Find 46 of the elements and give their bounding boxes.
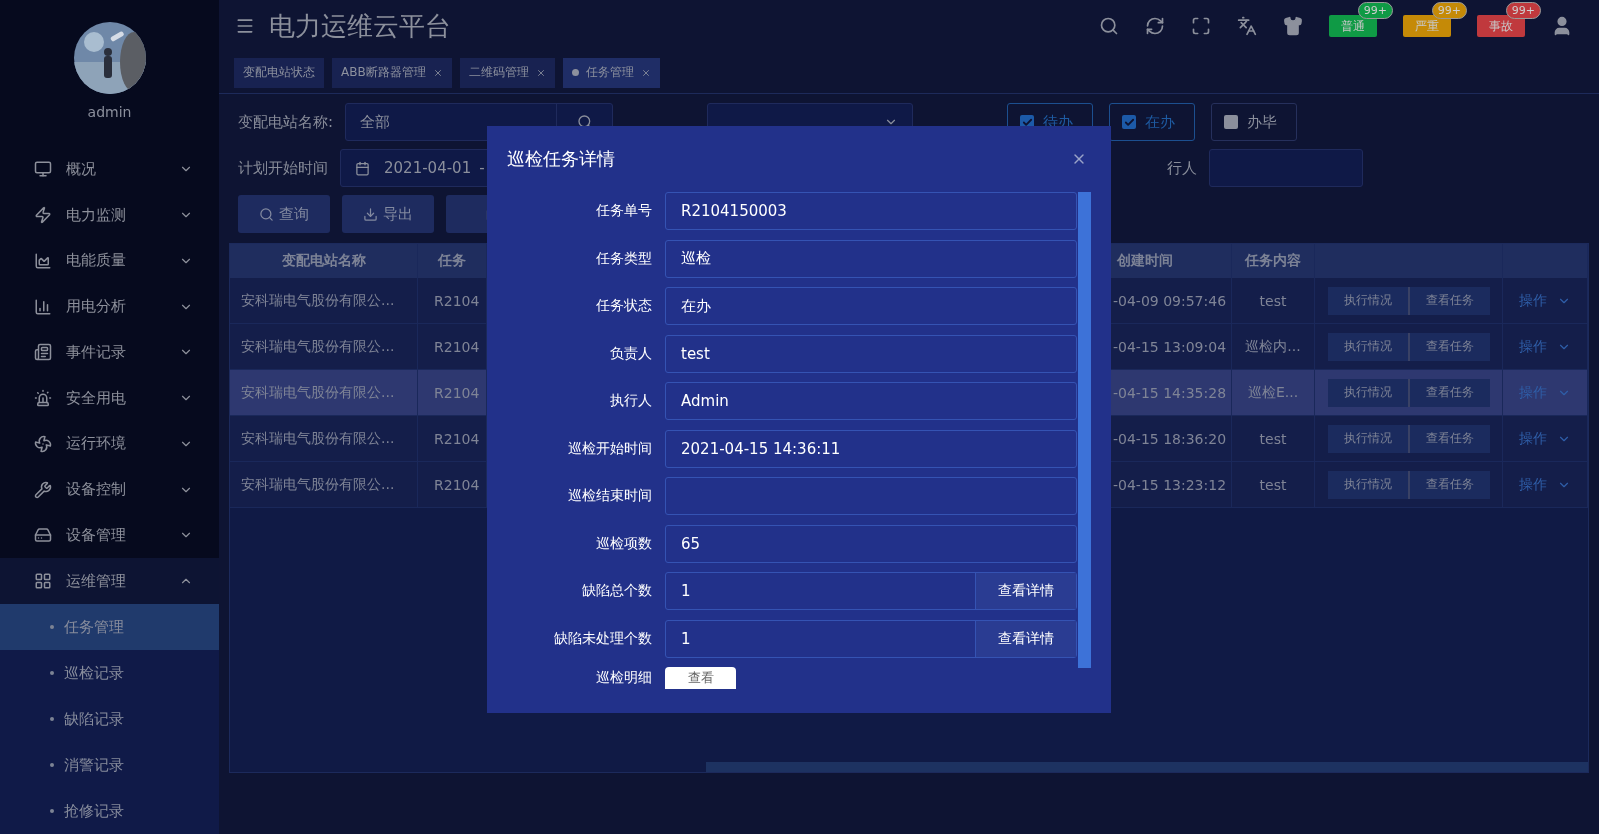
- field-label: 任务类型: [595, 249, 652, 268]
- table-cell: -04-09 09:57:46: [1111, 278, 1232, 324]
- table-cell: 安科瑞电气股份有限公...: [230, 324, 418, 370]
- dialog-title: 巡检任务详情: [507, 147, 615, 171]
- field-label: 计划开始时间: [238, 158, 328, 178]
- table-cell: test: [1232, 416, 1315, 462]
- field-label: 缺陷总个数: [581, 582, 652, 600]
- table-cell: 安科瑞电气股份有限公...: [230, 462, 418, 508]
- table-cell: R2104: [418, 462, 487, 508]
- column-header: 创建时间: [1111, 244, 1232, 278]
- field-label: 巡检开始时间: [567, 439, 652, 458]
- table-cell: R2104: [418, 370, 487, 416]
- field-label: 任务状态: [595, 297, 652, 315]
- user-name: admin: [87, 104, 132, 120]
- table-cell: R2104: [418, 416, 487, 462]
- column-header: 变配电站名称: [230, 244, 418, 278]
- table-cell: -04-15 18:36:20: [1111, 416, 1232, 462]
- table-cell: 巡检E...: [1232, 370, 1315, 416]
- table-cell: R2104: [418, 324, 487, 370]
- table-cell: 安科瑞电气股份有限公...: [230, 416, 418, 462]
- date-separator: -: [479, 159, 485, 177]
- count-badge: 99+: [1505, 2, 1541, 19]
- table-cell: test: [1232, 462, 1315, 508]
- field-label: 变配电站名称:: [238, 112, 334, 132]
- field-label: 行人: [1167, 158, 1197, 178]
- table-cell: test: [1232, 278, 1315, 324]
- table-cell: -04-15 14:35:28: [1111, 370, 1232, 416]
- table-cell: -04-15 13:09:04: [1111, 324, 1232, 370]
- app-title: 电力运维云平台: [269, 9, 452, 43]
- table-cell: 安科瑞电气股份有限公...: [230, 370, 418, 416]
- count-badge: 99+: [1357, 2, 1393, 19]
- column-header: 任务内容: [1232, 244, 1315, 278]
- table-cell: -04-15 13:23:12: [1111, 462, 1232, 508]
- field-label: 巡检项数: [595, 534, 652, 553]
- field-label: 巡检结束时间: [567, 487, 652, 505]
- field-label: 巡检明细: [595, 669, 652, 687]
- count-badge: 99+: [1431, 2, 1467, 19]
- field-label: 负责人: [609, 344, 652, 363]
- field-label: 任务单号: [595, 202, 652, 220]
- date-value: 2021-04-01: [384, 159, 472, 177]
- table-cell: 巡检内...: [1232, 324, 1315, 370]
- field-label: 缺陷未处理个数: [553, 629, 652, 648]
- column-header: 任务: [418, 244, 487, 278]
- table-cell: 安科瑞电气股份有限公...: [230, 278, 418, 324]
- field-label: 执行人: [609, 392, 652, 410]
- table-cell: R2104: [418, 278, 487, 324]
